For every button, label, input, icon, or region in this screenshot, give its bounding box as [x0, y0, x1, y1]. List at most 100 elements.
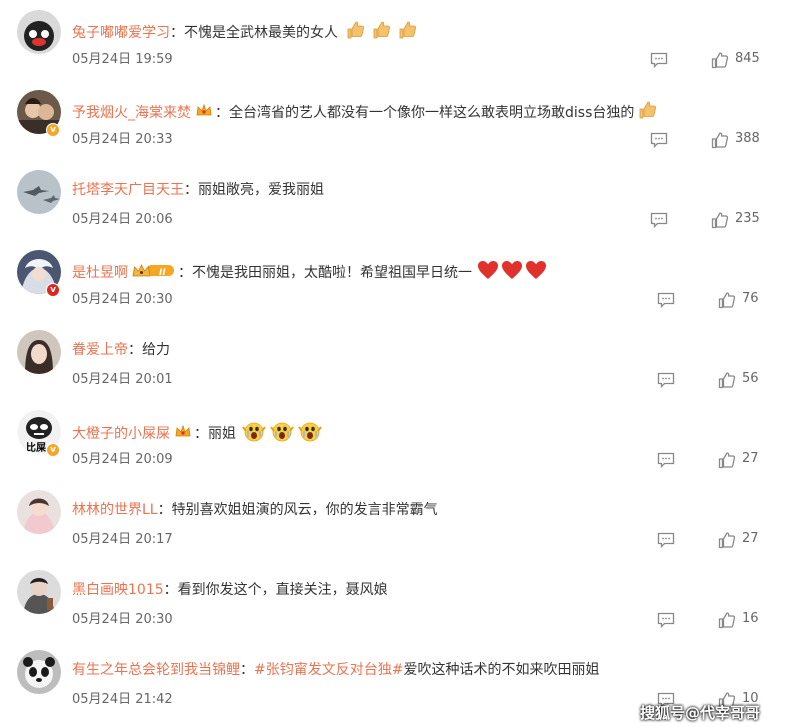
comment-text: 不愧是全武林最美的女人 [184, 25, 338, 41]
red-heart-emoji [477, 260, 499, 286]
screaming-face-emoji [242, 420, 267, 448]
comment-time: 05月24日 20:09 [72, 452, 173, 467]
comment-line: 兔子嘟嘟爱学习：不愧是全武林最美的女人 [72, 20, 725, 46]
separator: ： [215, 105, 229, 121]
comment-icon[interactable] [650, 212, 668, 229]
like-count: 388 [735, 131, 760, 146]
thumbs-up-icon[interactable] [718, 531, 736, 549]
username-link[interactable]: 林林的世界LL [72, 502, 158, 518]
username-link[interactable]: 大橙子的小屎屎 [72, 426, 170, 442]
comment-item: 比屎 v 大橙子的小屎屎 ：丽姐 05月24日 20:09 27 [0, 400, 785, 480]
comment-icon[interactable] [657, 452, 675, 469]
avatar[interactable] [17, 490, 61, 534]
screaming-face-emoji [270, 420, 295, 448]
comment-item: v 予我烟火_海棠来焚 ：全台湾省的艺人都没有一个像你一样这么敢表明立场敢diss… [0, 80, 785, 160]
thumbs-up-emoji [345, 20, 365, 46]
red-heart-emoji [501, 260, 523, 286]
comment-text: 特别喜欢姐姐演的风云，你的发言非常霸气 [171, 502, 438, 518]
username-link[interactable]: 托塔李天广目天王 [72, 182, 184, 198]
verified-badge-icon: v [46, 123, 60, 137]
comment-line: 是杜昱啊 II ：不愧是我田丽姐，太酷啦！希望祖国早日统一 [72, 260, 725, 286]
comment-time: 05月24日 20:30 [72, 612, 173, 627]
comment-time: 05月24日 20:06 [72, 212, 173, 227]
crown-badge-icon: II [132, 262, 176, 284]
username-link[interactable]: 予我烟火_海棠来焚 [72, 105, 191, 121]
like-count: 845 [735, 51, 760, 66]
comment-time: 05月24日 19:59 [72, 52, 173, 67]
like-count: 27 [742, 531, 759, 546]
comment-line: 黑白画映1015：看到你发这个，直接关注，聂风娘 [72, 580, 725, 600]
comment-time: 05月24日 20:33 [72, 132, 173, 147]
comment-icon[interactable] [657, 372, 675, 389]
like-count: 56 [742, 371, 759, 386]
thumbs-up-icon[interactable] [711, 131, 729, 149]
comment-icon[interactable] [650, 52, 668, 69]
separator: ： [240, 662, 254, 678]
avatar[interactable] [17, 650, 61, 694]
username-link[interactable]: 眷爱上帝 [72, 342, 128, 358]
red-heart-emoji [525, 260, 547, 286]
comment-text: 看到你发这个，直接关注，聂风娘 [177, 582, 388, 598]
thumbs-up-icon[interactable] [711, 51, 729, 69]
avatar-caption: 比屎 [26, 443, 46, 454]
comment-icon[interactable] [650, 132, 668, 149]
comment-line: 眷爱上帝：给力 [72, 340, 725, 360]
comment-text: 丽姐敞亮，爱我丽姐 [198, 182, 324, 198]
like-count: 27 [742, 451, 759, 466]
comment-icon[interactable] [657, 532, 675, 549]
comment-line: 托塔李天广目天王：丽姐敞亮，爱我丽姐 [72, 180, 725, 200]
verified-badge-icon: v [46, 443, 60, 457]
thumbs-up-emoji [371, 20, 391, 46]
thumbs-up-icon[interactable] [718, 611, 736, 629]
comment-item: 托塔李天广目天王：丽姐敞亮，爱我丽姐 05月24日 20:06 235 [0, 160, 785, 240]
comment-line: 予我烟火_海棠来焚 ：全台湾省的艺人都没有一个像你一样这么敢表明立场敢diss台独… [72, 100, 725, 126]
comment-item: 兔子嘟嘟爱学习：不愧是全武林最美的女人 05月24日 19:59 845 [0, 0, 785, 80]
comment-icon[interactable] [657, 612, 675, 629]
screaming-face-emoji [298, 420, 323, 448]
avatar[interactable] [17, 570, 61, 614]
comment-time: 05月24日 20:17 [72, 532, 173, 547]
separator: ： [178, 265, 192, 281]
badge-level: II [159, 268, 166, 278]
username-link[interactable]: 黑白画映1015 [72, 582, 164, 598]
verified-badge-icon: v [46, 283, 60, 297]
comment-time: 05月24日 20:30 [72, 292, 173, 307]
username-link[interactable]: 是杜昱啊 [72, 265, 128, 281]
crown-badge-icon [174, 423, 192, 445]
like-count: 235 [735, 211, 760, 226]
separator: ： [170, 25, 184, 41]
thumbs-up-icon[interactable] [718, 291, 736, 309]
avatar[interactable] [17, 330, 61, 374]
thumbs-up-icon[interactable] [711, 211, 729, 229]
thumbs-up-icon[interactable] [718, 371, 736, 389]
comment-text: 不愧是我田丽姐，太酷啦！希望祖国早日统一 [192, 265, 472, 281]
comment-icon[interactable] [657, 292, 675, 309]
username-link[interactable]: 有生之年总会轮到我当锦鲤 [72, 662, 240, 678]
topic-link[interactable]: #张钧甯发文反对台独# [254, 662, 403, 678]
separator: ： [157, 502, 172, 518]
comment-line: 大橙子的小屎屎 ：丽姐 [72, 420, 725, 448]
separator: ： [128, 342, 142, 358]
comment-line: 有生之年总会轮到我当锦鲤：#张钧甯发文反对台独#爱吹这种话术的不如来吹田丽姐 [72, 660, 725, 680]
comment-text: 爱吹这种话术的不如来吹田丽姐 [403, 662, 600, 678]
separator: ： [163, 582, 178, 598]
comment-text: 全台湾省的艺人都没有一个像你一样这么敢表明立场敢diss台独的 [229, 105, 635, 121]
crown-badge-icon [195, 102, 213, 124]
separator: ： [194, 426, 208, 442]
comment-line: 林林的世界LL：特别喜欢姐姐演的风云，你的发言非常霸气 [72, 500, 725, 520]
comment-item: 眷爱上帝：给力 05月24日 20:01 56 [0, 320, 785, 400]
avatar[interactable] [17, 170, 61, 214]
comment-item: v 是杜昱啊 II ：不愧是我田丽姐，太酷啦！希望祖国早日统一 05月24日 20:… [0, 240, 785, 320]
comment-time: 05月24日 20:01 [72, 372, 173, 387]
comment-time: 05月24日 21:42 [72, 692, 173, 707]
comment-text: 丽姐 [208, 426, 236, 442]
thumbs-up-icon[interactable] [718, 451, 736, 469]
like-count: 76 [742, 291, 759, 306]
thumbs-up-emoji [637, 100, 657, 126]
watermark: 搜狐号@代宰哥哥 [640, 704, 761, 722]
username-link[interactable]: 兔子嘟嘟爱学习 [72, 25, 170, 41]
like-count: 16 [742, 611, 759, 626]
comment-item: 黑白画映1015：看到你发这个，直接关注，聂风娘 05月24日 20:30 16 [0, 560, 785, 640]
avatar[interactable] [17, 10, 61, 54]
comment-text: 给力 [142, 342, 170, 358]
